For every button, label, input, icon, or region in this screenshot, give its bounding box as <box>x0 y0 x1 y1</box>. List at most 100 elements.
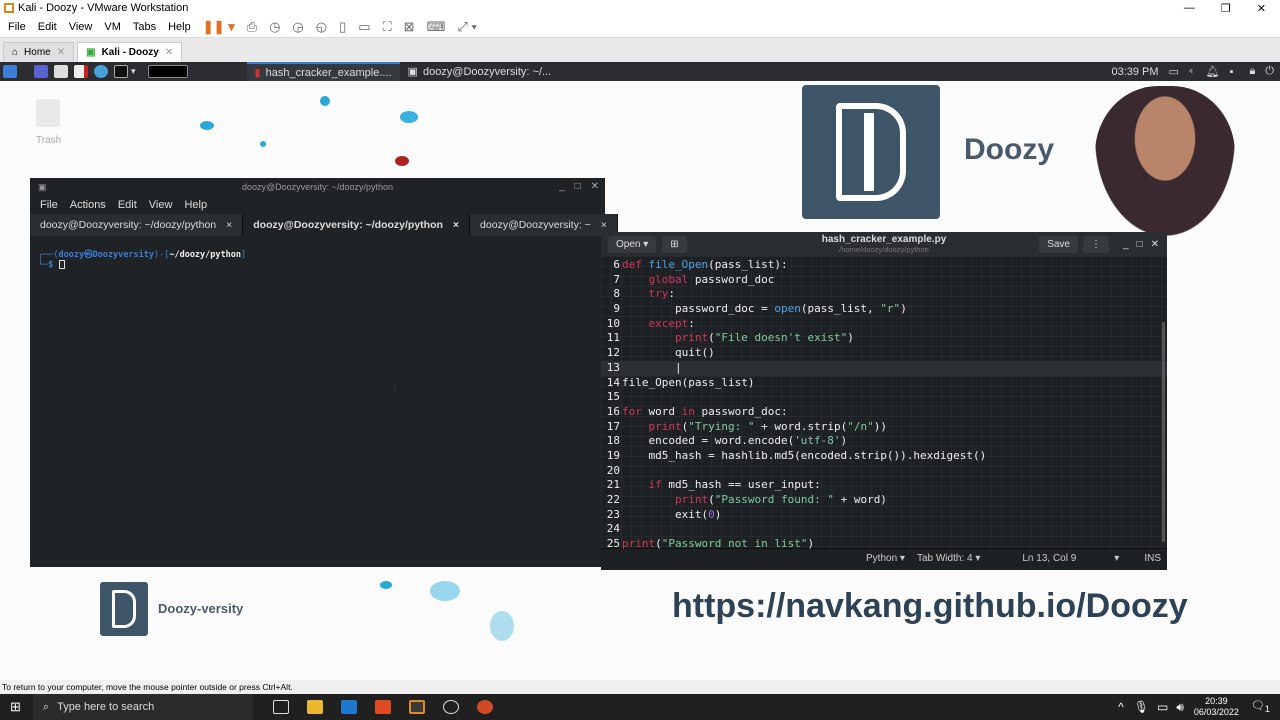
close-tab-icon[interactable]: × <box>226 219 232 231</box>
code-line[interactable]: 9 password_doc = open (pass_list, "r") <box>601 302 1167 317</box>
search-box[interactable]: ⌕ Type here to search <box>32 694 253 720</box>
maximize-button[interactable]: □ <box>575 178 581 196</box>
stretch-icon[interactable]: ⤢ ▾ <box>457 19 476 35</box>
windows-start-icon[interactable]: ⊞ <box>10 699 21 715</box>
code-line[interactable]: 11 print("File doesn't exist") <box>601 331 1167 346</box>
code-line[interactable]: 10 except: <box>601 317 1167 332</box>
close-button[interactable]: ✕ <box>1257 2 1266 15</box>
close-tab-icon[interactable]: ✕ <box>165 47 173 58</box>
menu-tabs[interactable]: Tabs <box>133 21 156 33</box>
obs-icon[interactable] <box>442 700 459 714</box>
brave-browser-icon[interactable] <box>374 700 391 714</box>
code-line[interactable]: 13 | <box>601 360 1167 376</box>
maximize-button[interactable]: ❐ <box>1221 2 1231 15</box>
display-icon[interactable]: ▭ <box>1169 65 1179 78</box>
code-line[interactable]: 19 md5_hash = hashlib.md5(encoded.strip(… <box>601 449 1167 464</box>
menu-edit[interactable]: Edit <box>118 199 137 211</box>
file-explorer-icon[interactable] <box>306 700 323 714</box>
code-line[interactable]: 8 try: <box>601 287 1167 302</box>
clock[interactable]: 03:39 PM <box>1111 66 1158 78</box>
close-button[interactable]: ✕ <box>1151 239 1159 250</box>
mail-icon[interactable] <box>340 700 357 714</box>
snapshot-manager-icon[interactable]: ◵ <box>316 19 327 35</box>
terminal-output[interactable]: ┌──(doozy㉿Doozyversity)-[~/doozy/python]… <box>30 236 605 270</box>
microphone-icon[interactable]: 🎙︎ <box>1134 700 1149 714</box>
minimize-button[interactable]: _ <box>559 178 565 196</box>
volume-icon[interactable]: 🔊︎ <box>1176 700 1184 715</box>
code-line[interactable]: 16 for word in password_doc: <box>601 405 1167 420</box>
terminal-tab[interactable]: doozy@Doozyversity: ~/doozy/python × <box>30 214 244 236</box>
menu-vm[interactable]: VM <box>104 21 121 33</box>
code-line[interactable]: 25 print("Password not in list") <box>601 537 1167 552</box>
close-tab-icon[interactable]: × <box>453 219 459 231</box>
menu-file[interactable]: File <box>40 199 58 211</box>
code-line[interactable]: 18 encoded = word.encode('utf-8') <box>601 434 1167 449</box>
tray-chevron-icon[interactable]: ^ <box>1118 700 1124 714</box>
tab-home[interactable]: ⌂ Home ✕ <box>3 42 75 62</box>
language-selector[interactable]: Python ▾ <box>866 553 905 564</box>
code-line[interactable]: 20 <box>601 464 1167 479</box>
snapshot-icon[interactable]: ◷ <box>269 19 280 35</box>
close-tab-icon[interactable]: × <box>601 219 607 231</box>
open-button[interactable]: Open ▾ <box>608 235 657 253</box>
battery-icon[interactable]: ▪ <box>1230 66 1234 78</box>
menu-button[interactable]: ⋮ <box>1083 235 1109 253</box>
taskbar-item-editor[interactable]: ▮ hash_cracker_example.... <box>246 62 400 81</box>
console-icon[interactable]: ⌨ <box>427 19 446 35</box>
taskbar-item-terminal[interactable]: ▣ doozy@Doozyversity: ~/... <box>400 62 560 81</box>
menu-help[interactable]: Help <box>184 199 207 211</box>
file-manager-icon[interactable] <box>54 65 68 78</box>
unity-icon[interactable]: ⊠ <box>404 19 415 35</box>
system-clock[interactable]: 20:39 06/03/2022 <box>1194 696 1239 718</box>
menu-help[interactable]: Help <box>168 21 191 33</box>
trash-icon[interactable] <box>36 99 60 127</box>
save-button[interactable]: Save <box>1039 235 1078 253</box>
editor-scrollbar[interactable] <box>1162 322 1165 542</box>
notification-center-icon[interactable]: 🗨︎1 <box>1251 699 1270 714</box>
fullscreen-icon[interactable]: ⛶ <box>383 19 392 35</box>
code-line[interactable]: 23 exit(0) <box>601 508 1167 523</box>
minimize-button[interactable]: _ <box>1123 239 1129 250</box>
revert-snapshot-icon[interactable]: ◶ <box>292 19 303 35</box>
browser-icon[interactable] <box>94 65 108 78</box>
menu-actions[interactable]: Actions <box>70 199 106 211</box>
maximize-button[interactable]: □ <box>1137 239 1143 250</box>
insert-mode[interactable]: INS <box>1144 553 1161 564</box>
tab-kali-doozy[interactable]: ▣ Kali - Doozy ✕ <box>77 42 183 62</box>
terminal-tab[interactable]: doozy@Doozyversity: ~/doozy/python × <box>243 214 471 236</box>
menu-edit[interactable]: Edit <box>38 21 57 33</box>
window-preview-icon[interactable] <box>147 65 188 78</box>
workspace-icon[interactable] <box>34 65 48 78</box>
code-line[interactable]: 24 <box>601 522 1167 537</box>
power-icon[interactable]: ⏻ <box>1265 65 1274 78</box>
volume-icon[interactable]: 🔈︎ <box>1189 65 1196 78</box>
cursor-position[interactable]: Ln 13, Col 9 <box>1022 553 1076 564</box>
powerpoint-icon[interactable] <box>476 700 493 714</box>
trash-label[interactable]: Trash <box>36 135 61 146</box>
new-document-button[interactable]: ⊞ <box>662 235 687 253</box>
code-line[interactable]: 17 print("Trying: " + word.strip("/n")) <box>601 420 1167 435</box>
terminal-tab[interactable]: doozy@Doozyversity: ~ × <box>470 214 618 236</box>
code-line[interactable]: 6 def file_Open (pass_list): <box>601 258 1167 273</box>
code-line[interactable]: 12 quit() <box>601 346 1167 361</box>
lock-icon[interactable]: 🔒︎ <box>1249 65 1255 78</box>
close-tab-icon[interactable]: ✕ <box>57 47 65 58</box>
minimize-button[interactable]: — <box>1184 2 1195 15</box>
code-line[interactable]: 15 <box>601 390 1167 405</box>
code-line[interactable]: 7 global password_doc <box>601 273 1167 288</box>
menu-file[interactable]: File <box>8 21 26 33</box>
code-editor[interactable]: 6 def file_Open (pass_list): 7 global passw… <box>601 256 1167 550</box>
task-view-icon[interactable] <box>272 700 289 714</box>
text-editor-icon[interactable] <box>74 65 88 78</box>
code-line[interactable]: 21 if md5_hash == user_input: <box>601 478 1167 493</box>
code-line[interactable]: 14 file_Open(pass_list) <box>601 376 1167 391</box>
kali-menu-icon[interactable] <box>3 65 17 78</box>
tab-width-selector[interactable]: Tab Width: 4 ▾ <box>917 553 980 564</box>
sidebar-toggle-icon[interactable]: ▯ <box>339 19 346 35</box>
chevron-down-icon[interactable]: ▾ <box>1114 553 1119 564</box>
menu-view[interactable]: View <box>69 21 93 33</box>
chevron-down-icon[interactable]: ▾ <box>131 66 136 77</box>
close-button[interactable]: ✕ <box>591 178 599 196</box>
notification-bell-icon[interactable]: 🔔︎ <box>1206 65 1220 78</box>
terminal-icon[interactable] <box>114 65 128 78</box>
